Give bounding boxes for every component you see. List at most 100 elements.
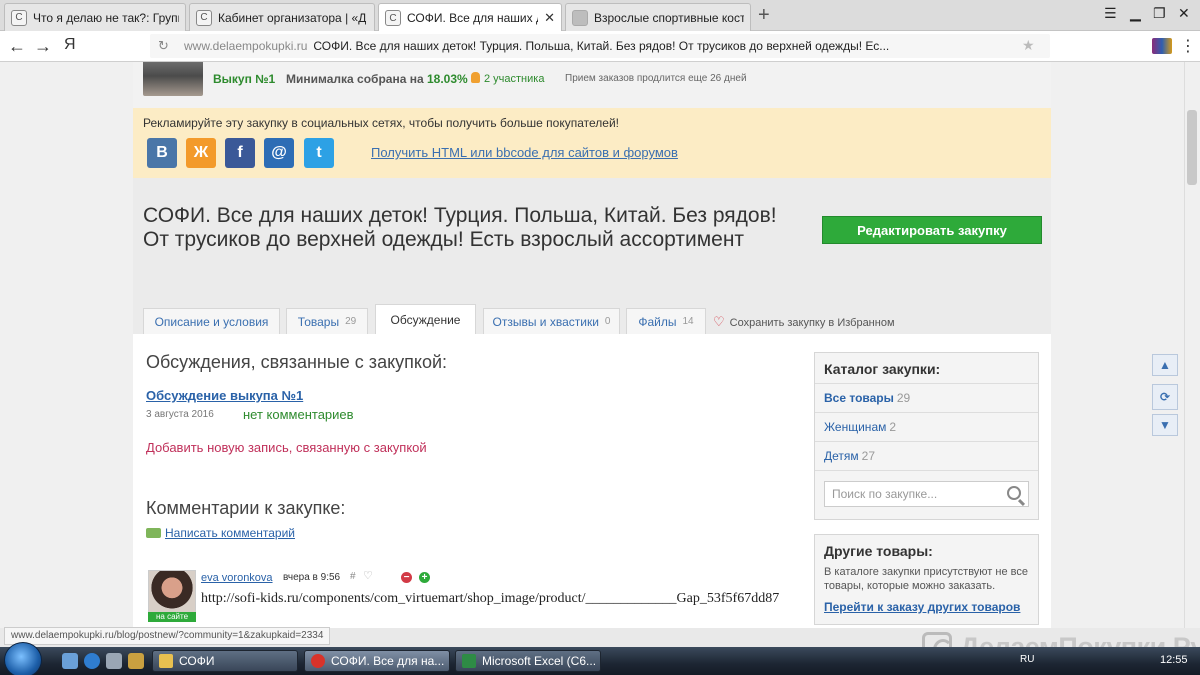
catalog-title: Каталог закупки: bbox=[824, 361, 941, 377]
url-host: www.delaempokupki.ru bbox=[184, 39, 308, 53]
new-tab-icon[interactable]: + bbox=[758, 4, 770, 27]
comments-heading: Комментарии к закупке: bbox=[146, 498, 346, 518]
edit-purchase-button[interactable]: Редактировать закупку bbox=[822, 216, 1042, 244]
explorer-icon[interactable] bbox=[106, 653, 122, 669]
forward-arrow-icon[interactable]: → bbox=[34, 36, 52, 57]
browser-tab-1[interactable]: C Что я делаю не так?: Групп bbox=[4, 3, 186, 31]
comment-like-icon[interactable]: ♡ bbox=[363, 569, 373, 582]
online-badge: на сайте bbox=[148, 612, 196, 622]
organizer-avatar[interactable] bbox=[143, 62, 203, 96]
reload-icon[interactable]: ↻ bbox=[158, 38, 169, 54]
url-field[interactable]: ↻ www.delaempokupki.ru СОФИ. Все для наш… bbox=[150, 34, 1050, 58]
scroll-bottom-icon[interactable]: ▼ bbox=[1152, 414, 1178, 436]
vote-up-icon[interactable]: + bbox=[419, 572, 430, 583]
folder-icon[interactable] bbox=[128, 653, 144, 669]
ok-share-button[interactable]: Ж bbox=[186, 138, 216, 168]
start-button[interactable] bbox=[4, 642, 42, 675]
yandex-logo-icon[interactable]: Я bbox=[64, 36, 76, 54]
ie-icon[interactable] bbox=[84, 653, 100, 669]
other-products-link[interactable]: Перейти к заказу других товаров bbox=[815, 593, 1038, 624]
page-favicon-icon bbox=[572, 9, 588, 26]
show-desktop-icon[interactable] bbox=[62, 653, 78, 669]
taskbar-task-browser[interactable]: СОФИ. Все для на... bbox=[304, 650, 450, 672]
excel-icon bbox=[462, 654, 476, 668]
catalog-item-women[interactable]: Женщинам 2 bbox=[815, 412, 1038, 441]
close-tab-icon[interactable]: ✕ bbox=[544, 10, 555, 26]
minimize-icon[interactable]: ▁ bbox=[1130, 5, 1141, 22]
restore-icon[interactable]: ❐ bbox=[1153, 5, 1166, 22]
taskbar-task-excel[interactable]: Microsoft Excel (C6... bbox=[455, 650, 601, 672]
write-comment-link[interactable]: Написать комментарий bbox=[165, 526, 295, 540]
catalog-item-kids[interactable]: Детям 27 bbox=[815, 441, 1038, 470]
discussions-heading: Обсуждения, связанные с закупкой: bbox=[146, 352, 448, 372]
person-icon bbox=[471, 72, 480, 83]
discussion-comments: нет комментариев bbox=[243, 407, 354, 422]
catalog-search-input[interactable]: Поиск по закупке... bbox=[824, 481, 1029, 507]
twitter-share-button[interactable]: t bbox=[304, 138, 334, 168]
tab-products[interactable]: Товары 29 bbox=[286, 308, 368, 334]
heart-icon: ♡ bbox=[713, 314, 725, 329]
clock[interactable]: 12:55 bbox=[1160, 654, 1188, 666]
participants-count[interactable]: 2 участника bbox=[471, 72, 544, 85]
pencil-icon bbox=[146, 528, 161, 538]
back-arrow-icon[interactable]: ← bbox=[8, 36, 26, 57]
scroll-top-icon[interactable]: ▲ bbox=[1152, 354, 1178, 376]
html-bbcode-link[interactable]: Получить HTML или bbcode для сайтов и фо… bbox=[371, 145, 678, 160]
browser-tab-title: Что я делаю не так?: Групп bbox=[33, 10, 179, 25]
tab-reviews[interactable]: Отзывы и хвастики 0 bbox=[483, 308, 620, 334]
catalog-box: Каталог закупки: Все товары 29 Женщинам 2 … bbox=[814, 352, 1039, 520]
catalog-item-all[interactable]: Все товары 29 bbox=[815, 383, 1038, 412]
facebook-share-button[interactable]: f bbox=[225, 138, 255, 168]
commenter-name-link[interactable]: eva voronkova bbox=[201, 572, 273, 584]
scrollbar-thumb[interactable] bbox=[1187, 110, 1197, 185]
browser-tab-strip: C Что я делаю не так?: Групп C Кабинет о… bbox=[0, 0, 1200, 32]
taskbar-task-sofi[interactable]: СОФИ bbox=[152, 650, 298, 672]
refresh-icon[interactable]: ⟳ bbox=[1152, 384, 1178, 410]
site-favicon-icon: C bbox=[11, 9, 27, 26]
other-products-text: В каталоге закупки присутствуют не все т… bbox=[824, 566, 1028, 592]
search-icon[interactable] bbox=[1007, 486, 1021, 500]
bookmark-star-icon[interactable]: ★ bbox=[1022, 37, 1035, 54]
tab-files[interactable]: Файлы 14 bbox=[626, 308, 706, 334]
save-favorites-link[interactable]: ♡ Сохранить закупку в Избранном bbox=[713, 314, 895, 330]
page-gutter-right bbox=[1051, 62, 1184, 628]
comment-text: http://sofi-kids.ru/components/com_virtu… bbox=[201, 591, 780, 606]
yandex-browser-icon bbox=[311, 654, 325, 668]
browser-tab-4[interactable]: Взрослые спортивные кост bbox=[565, 3, 751, 31]
commenter-avatar[interactable] bbox=[148, 570, 196, 614]
close-window-icon[interactable]: ✕ bbox=[1178, 5, 1190, 22]
purchase-status-bar: Выкуп №1 Минималка собрана на 18.03% 2 у… bbox=[133, 62, 1051, 108]
comment-permalink[interactable]: # bbox=[350, 571, 356, 582]
mail-share-button[interactable]: @ bbox=[264, 138, 294, 168]
page-gutter-left bbox=[0, 62, 133, 628]
extension-icon[interactable] bbox=[1152, 38, 1172, 54]
purchase-content: Выкуп №1 Минималка собрана на 18.03% 2 у… bbox=[133, 62, 1051, 628]
menu-icon[interactable]: ☰ bbox=[1104, 5, 1117, 22]
orders-deadline: Прием заказов продлится еще 26 дней bbox=[565, 73, 747, 84]
language-indicator[interactable]: RU bbox=[1020, 654, 1034, 665]
add-record-link[interactable]: Добавить новую запись, связанную с закуп… bbox=[146, 440, 427, 455]
promo-text: Рекламируйте эту закупку в социальных се… bbox=[143, 116, 619, 130]
vote-down-icon[interactable]: − bbox=[401, 572, 412, 583]
discussion-date: 3 августа 2016 bbox=[146, 409, 214, 420]
site-favicon-icon: C bbox=[196, 9, 212, 26]
browser-tab-title: Кабинет организатора | «Д bbox=[218, 10, 367, 25]
browser-tab-2[interactable]: C Кабинет организатора | «Д bbox=[189, 3, 375, 31]
url-page-title: СОФИ. Все для наших деток! Турция. Польш… bbox=[313, 39, 890, 53]
browser-tab-title: Взрослые спортивные кост bbox=[594, 10, 744, 25]
browser-tab-title: СОФИ. Все для наших де bbox=[407, 11, 539, 25]
minimum-percent: 18.03% bbox=[426, 72, 468, 86]
social-promo-panel: Рекламируйте эту закупку в социальных се… bbox=[133, 108, 1051, 178]
browser-tab-active[interactable]: C СОФИ. Все для наших де ✕ bbox=[378, 3, 562, 32]
vk-share-button[interactable]: В bbox=[147, 138, 177, 168]
minimum-collected: Минималка собрана на 18.03% bbox=[286, 72, 468, 86]
discussion-link[interactable]: Обсуждение выкупа №1 bbox=[146, 388, 303, 403]
address-bar: ← → Я ↻ www.delaempokupki.ru СОФИ. Все д… bbox=[0, 31, 1200, 62]
tab-description[interactable]: Описание и условия bbox=[143, 308, 280, 334]
comment-time: вчера в 9:56 bbox=[283, 572, 341, 583]
web-page: Выкуп №1 Минималка собрана на 18.03% 2 у… bbox=[0, 62, 1200, 628]
browser-menu-icon[interactable]: ⋮ bbox=[1180, 36, 1196, 56]
other-products-box: Другие товары: В каталоге закупки присут… bbox=[814, 534, 1039, 625]
status-url: www.delaempokupki.ru/blog/postnew/?commu… bbox=[4, 627, 331, 645]
tab-discussion[interactable]: Обсуждение bbox=[375, 304, 476, 334]
